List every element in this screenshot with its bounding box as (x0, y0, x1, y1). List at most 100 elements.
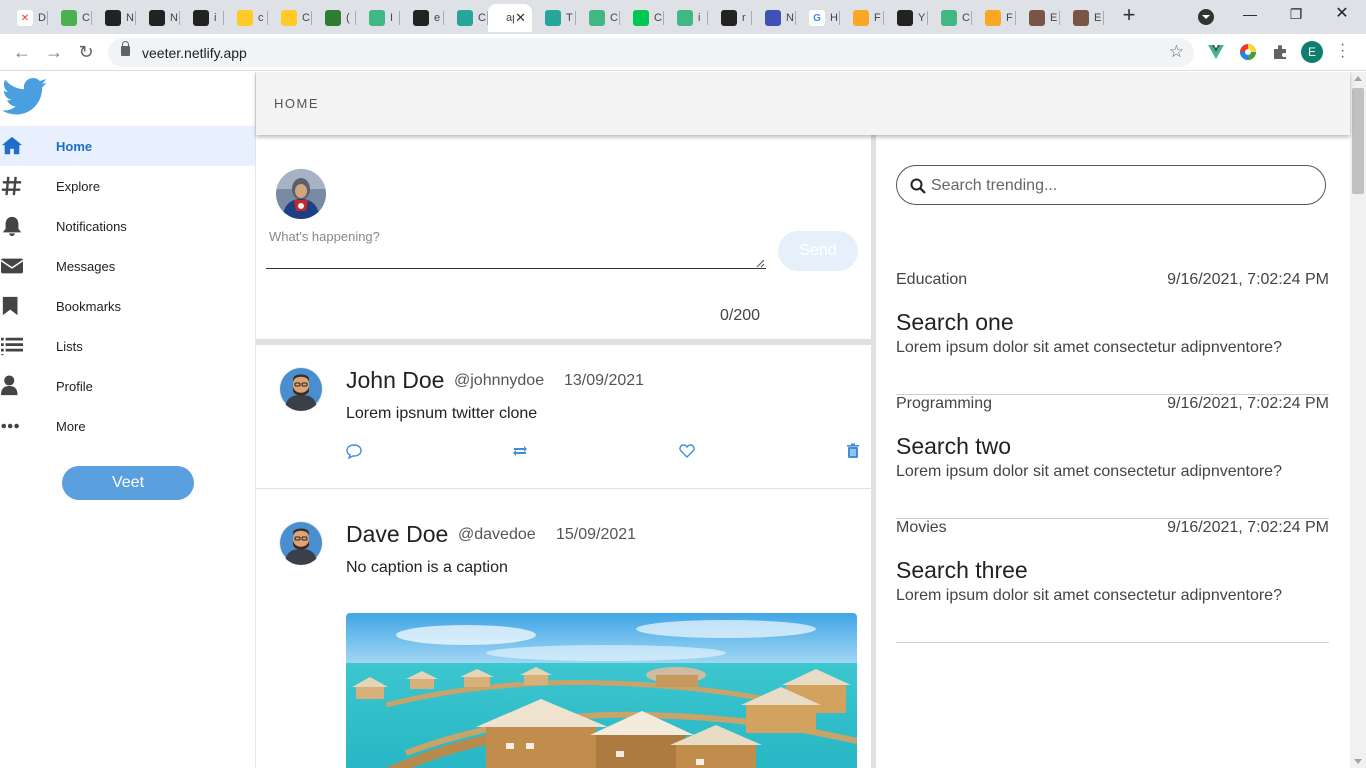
sidebar-item-lists[interactable]: Lists (0, 326, 255, 366)
reload-icon[interactable]: ↻ (76, 42, 96, 62)
back-icon[interactable]: ← (12, 42, 32, 62)
browser-tab[interactable]: C (928, 4, 972, 32)
browser-tab[interactable]: N (136, 4, 180, 32)
trending-item[interactable]: Education 9/16/2021, 7:02:24 PM Search one… (896, 271, 1329, 395)
tab-title: C (478, 12, 486, 24)
tab-title: N (126, 12, 134, 24)
color-picker-extension-icon[interactable] (1239, 43, 1257, 61)
browser-tab[interactable]: T (532, 4, 576, 32)
browser-menu-icon[interactable]: · · · (1340, 37, 1345, 65)
retweet-icon[interactable] (512, 443, 528, 459)
browser-tab[interactable]: i (664, 4, 708, 32)
browser-tab[interactable]: C (48, 4, 92, 32)
sidebar-item-label: Home (56, 138, 93, 154)
maximize-icon[interactable]: ❐ (1286, 4, 1306, 24)
sidebar-item-notifications[interactable]: Notifications (0, 206, 255, 246)
address-bar[interactable]: veeter.netlify.app ☆ (108, 38, 1194, 67)
profile-avatar[interactable]: E (1301, 41, 1323, 63)
veet-button[interactable]: Veet (62, 466, 194, 500)
tweet-avatar[interactable] (279, 367, 323, 411)
green-k-icon (633, 10, 649, 26)
tweet-author-handle[interactable]: @johnnydoe (454, 372, 544, 390)
send-button[interactable]: Send (778, 231, 858, 271)
url-text[interactable]: veeter.netlify.app (142, 45, 247, 61)
forward-icon[interactable]: → (44, 42, 64, 62)
browser-tab[interactable]: C (268, 4, 312, 32)
browser-tab[interactable]: F (972, 4, 1016, 32)
tab-title: i (698, 12, 701, 24)
scroll-down-icon[interactable] (1354, 759, 1362, 764)
tweet-date: 13/09/2021 (564, 372, 645, 389)
browser-tab[interactable]: ✕ D (4, 4, 48, 32)
trending-item[interactable]: Movies 9/16/2021, 7:02:24 PM Search three L… (896, 519, 1329, 643)
vue-devtools-icon[interactable] (1207, 43, 1225, 61)
tab-title: C (610, 12, 618, 24)
tab-title: i (214, 12, 217, 24)
trend-category: Education (896, 271, 968, 288)
sidebar-item-more[interactable]: More (0, 406, 255, 446)
browser-tab[interactable]: GH (796, 4, 840, 32)
browser-tab[interactable]: e (400, 4, 444, 32)
trend-title[interactable]: Search one (896, 309, 1014, 336)
tab-search-icon[interactable] (1198, 9, 1214, 25)
scrollbar-thumb[interactable] (1352, 88, 1364, 194)
heart-icon[interactable] (679, 443, 695, 459)
tweet-author-handle[interactable]: @davedoe (458, 526, 536, 544)
trending-item[interactable]: Programming 9/16/2021, 7:02:24 PM Search t… (896, 395, 1329, 519)
sidebar-item-messages[interactable]: Messages (0, 246, 255, 286)
tweet-author-name[interactable]: John Doe (346, 367, 444, 394)
tab-separator (1103, 11, 1104, 25)
bookmark-star-icon[interactable]: ☆ (1169, 42, 1184, 62)
window-close-icon[interactable]: ✕ (1332, 4, 1352, 24)
new-tab-button[interactable]: + (1118, 4, 1140, 27)
browser-tab[interactable]: E (1016, 4, 1060, 32)
textarea-resize-handle[interactable] (756, 259, 765, 268)
browser-tab[interactable]: ap✕ (488, 4, 532, 32)
tweet-image[interactable] (346, 613, 857, 768)
tab-title: c (258, 12, 264, 24)
page-header: HOME (256, 72, 1350, 135)
trend-timestamp: 9/16/2021, 7:02:24 PM (1167, 271, 1329, 288)
trend-title[interactable]: Search three (896, 557, 1028, 584)
sidebar-item-profile[interactable]: Profile (0, 366, 255, 406)
browser-tab[interactable]: Y (884, 4, 928, 32)
vue-icon (677, 10, 693, 26)
browser-tab[interactable]: C (444, 4, 488, 32)
tweet-avatar[interactable] (279, 521, 323, 565)
vue-icon (941, 10, 957, 26)
tab-title: I (390, 12, 394, 24)
compose-input[interactable] (266, 225, 766, 269)
browser-tab[interactable]: r (708, 4, 752, 32)
browser-tab[interactable]: N (92, 4, 136, 32)
trash-icon[interactable] (845, 443, 861, 459)
comment-icon[interactable] (346, 443, 362, 459)
browser-tab[interactable]: F (840, 4, 884, 32)
extensions-puzzle-icon[interactable] (1271, 43, 1289, 61)
sidebar-item-home[interactable]: Home (0, 126, 255, 166)
browser-tab[interactable]: c (224, 4, 268, 32)
trending-panel: Education 9/16/2021, 7:02:24 PM Search one… (876, 135, 1350, 768)
browser-tab[interactable]: ( (312, 4, 356, 32)
sidebar-item-label: More (56, 418, 86, 434)
trending-search[interactable] (896, 165, 1326, 205)
browser-tab[interactable]: C (620, 4, 664, 32)
browser-tab[interactable]: E (1060, 4, 1104, 32)
browser-tab[interactable]: C (576, 4, 620, 32)
tweet-text: No caption is a caption (346, 559, 508, 576)
ellipsis-icon (1, 423, 19, 429)
tweet-author-name[interactable]: Dave Doe (346, 521, 448, 548)
tab-close-icon[interactable]: ✕ (515, 10, 526, 26)
browser-tab[interactable]: N (752, 4, 796, 32)
browser-tab[interactable]: i (180, 4, 224, 32)
sidebar-item-explore[interactable]: Explore (0, 166, 255, 206)
tab-title: T (566, 12, 573, 24)
twitter-bird-logo[interactable] (2, 78, 48, 116)
browser-tab[interactable]: I (356, 4, 400, 32)
page-scrollbar[interactable] (1350, 72, 1366, 768)
sidebar-item-bookmarks[interactable]: Bookmarks (0, 286, 255, 326)
minimize-icon[interactable]: — (1240, 4, 1260, 24)
trend-title[interactable]: Search two (896, 433, 1011, 460)
scroll-up-icon[interactable] (1354, 76, 1362, 81)
photo-icon (1073, 10, 1089, 26)
search-input[interactable] (931, 174, 1311, 198)
